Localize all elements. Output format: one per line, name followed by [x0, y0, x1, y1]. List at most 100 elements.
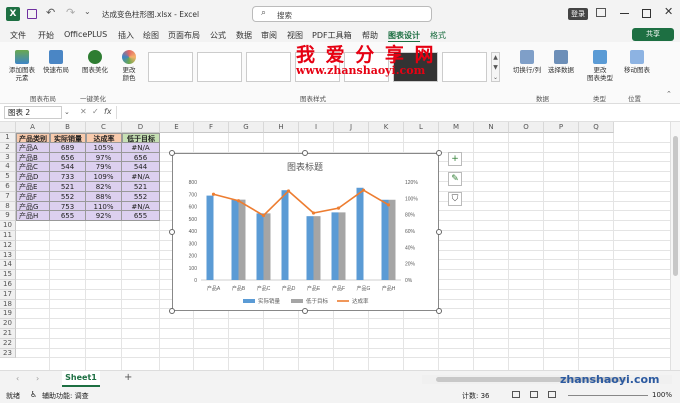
chart-area[interactable]: 图表标题 0 100 200 300 400 500 600 700 800 0% 20% 40% 60%…: [172, 153, 439, 311]
resize-handle-e[interactable]: [436, 229, 442, 235]
column-header-m[interactable]: M: [439, 122, 474, 133]
table-cell-sales[interactable]: 656: [50, 152, 86, 163]
tab-page-layout[interactable]: 页面布局: [168, 30, 200, 41]
zoom-slider[interactable]: [568, 395, 648, 396]
table-cell-below-target[interactable]: 521: [122, 182, 160, 192]
table-header-rate[interactable]: 达成率: [86, 133, 122, 143]
worksheet-grid[interactable]: A B C D E F G H I J K L M N O P Q 1 2 3 4 5 6 7 8 9 10 11 12 13 14 15 16…: [0, 122, 680, 370]
chart-beautify-button[interactable]: 图表美化: [80, 50, 110, 74]
table-header-below-target[interactable]: 低于目标: [122, 133, 160, 143]
ribbon-display-icon[interactable]: [596, 8, 606, 17]
move-chart-button[interactable]: 移动图表: [622, 50, 652, 74]
resize-handle-ne[interactable]: [436, 150, 442, 156]
fx-icon[interactable]: fx: [104, 107, 112, 116]
row-header-5[interactable]: 5: [0, 172, 16, 182]
row-header-23[interactable]: 23: [0, 348, 16, 359]
column-header-e[interactable]: E: [160, 122, 194, 133]
table-cell-rate[interactable]: 105%: [86, 142, 122, 153]
resize-handle-s[interactable]: [302, 308, 308, 314]
row-header-1[interactable]: 1: [0, 133, 16, 143]
change-colors-button[interactable]: 更改 颜色: [116, 50, 142, 82]
redo-icon[interactable]: ↷: [66, 6, 75, 19]
table-cell-rate[interactable]: 109%: [86, 172, 122, 182]
row-header-14[interactable]: 14: [0, 260, 16, 271]
column-header-o[interactable]: O: [509, 122, 544, 133]
table-cell-category[interactable]: 产品D: [16, 172, 50, 182]
table-cell-category[interactable]: 产品G: [16, 201, 50, 212]
table-cell-sales[interactable]: 655: [50, 211, 86, 222]
close-icon[interactable]: ✕: [664, 5, 673, 18]
table-cell-rate[interactable]: 110%: [86, 201, 122, 212]
name-box-dropdown-icon[interactable]: ⌄: [64, 108, 70, 116]
table-cell-category[interactable]: 产品E: [16, 182, 50, 192]
row-header-3[interactable]: 3: [0, 152, 16, 163]
switch-row-col-button[interactable]: 切换行/列: [510, 50, 544, 74]
accessibility-icon[interactable]: ♿: [30, 390, 37, 399]
vertical-scrollbar[interactable]: [670, 122, 680, 370]
status-accessibility[interactable]: 辅助功能: 调查: [42, 391, 89, 401]
next-sheet-icon[interactable]: ›: [36, 374, 39, 383]
page-break-view-icon[interactable]: [548, 391, 556, 398]
column-header-c[interactable]: C: [86, 122, 122, 133]
row-header-19[interactable]: 19: [0, 309, 16, 320]
collapse-ribbon-icon[interactable]: ⌃: [666, 90, 672, 98]
cancel-icon[interactable]: ✕: [80, 107, 87, 116]
chart-styles-brush-icon[interactable]: ✎: [448, 172, 462, 186]
styles-scroll[interactable]: ▲ ▼ ⌄: [491, 52, 500, 82]
column-header-i[interactable]: I: [299, 122, 334, 133]
table-cell-below-target[interactable]: 655: [122, 211, 160, 222]
quick-layout-button[interactable]: 快速布局: [40, 50, 72, 74]
table-header-sales[interactable]: 实际销量: [50, 133, 86, 143]
chart-elements-plus-icon[interactable]: +: [448, 152, 462, 166]
chart-style-3[interactable]: [246, 52, 291, 82]
row-header-2[interactable]: 2: [0, 142, 16, 153]
tab-home[interactable]: 开始: [38, 30, 54, 41]
table-cell-sales[interactable]: 753: [50, 201, 86, 212]
add-chart-element-button[interactable]: 添加图表 元素: [8, 50, 36, 82]
table-cell-sales[interactable]: 521: [50, 182, 86, 192]
row-header-9[interactable]: 9: [0, 211, 16, 222]
row-header-17[interactable]: 17: [0, 289, 16, 300]
table-cell-rate[interactable]: 92%: [86, 211, 122, 222]
table-cell-sales[interactable]: 689: [50, 142, 86, 153]
select-all-corner[interactable]: [0, 122, 16, 133]
table-cell-category[interactable]: 产品F: [16, 191, 50, 202]
column-header-p[interactable]: P: [544, 122, 579, 133]
chart-style-1[interactable]: [148, 52, 193, 82]
tab-data[interactable]: 数据: [236, 30, 252, 41]
table-cell-below-target[interactable]: 544: [122, 162, 160, 173]
minimize-icon[interactable]: [620, 13, 629, 14]
row-header-12[interactable]: 12: [0, 240, 16, 251]
tab-file[interactable]: 文件: [10, 30, 26, 41]
search-box[interactable]: ⌕ 搜索: [252, 6, 432, 22]
column-header-j[interactable]: J: [334, 122, 369, 133]
maximize-icon[interactable]: [642, 9, 651, 18]
undo-icon[interactable]: ↶: [46, 6, 55, 19]
table-cell-below-target[interactable]: 656: [122, 152, 160, 163]
sheet-tab-sheet1[interactable]: Sheet1: [62, 371, 100, 387]
row-header-4[interactable]: 4: [0, 162, 16, 173]
table-cell-below-target[interactable]: #N/A: [122, 142, 160, 153]
row-header-10[interactable]: 10: [0, 221, 16, 231]
resize-handle-se[interactable]: [436, 308, 442, 314]
formula-input[interactable]: [116, 106, 672, 119]
resize-handle-w[interactable]: [169, 229, 175, 235]
enter-icon[interactable]: ✓: [92, 107, 99, 116]
table-cell-category[interactable]: 产品B: [16, 152, 50, 163]
row-header-11[interactable]: 11: [0, 231, 16, 241]
qat-more-icon[interactable]: ⌄: [84, 7, 91, 16]
table-cell-category[interactable]: 产品C: [16, 162, 50, 173]
page-layout-view-icon[interactable]: [530, 391, 538, 398]
save-icon[interactable]: [27, 9, 37, 19]
table-cell-rate[interactable]: 79%: [86, 162, 122, 173]
tab-draw[interactable]: 绘图: [143, 30, 159, 41]
column-header-l[interactable]: L: [404, 122, 439, 133]
column-header-a[interactable]: A: [16, 122, 50, 133]
tab-insert[interactable]: 插入: [118, 30, 134, 41]
chart-filters-icon[interactable]: ⛉: [448, 192, 462, 206]
chart-style-7[interactable]: [442, 52, 487, 82]
resize-handle-nw[interactable]: [169, 150, 175, 156]
resize-handle-sw[interactable]: [169, 308, 175, 314]
add-sheet-button[interactable]: +: [124, 372, 132, 383]
table-cell-category[interactable]: 产品H: [16, 211, 50, 222]
